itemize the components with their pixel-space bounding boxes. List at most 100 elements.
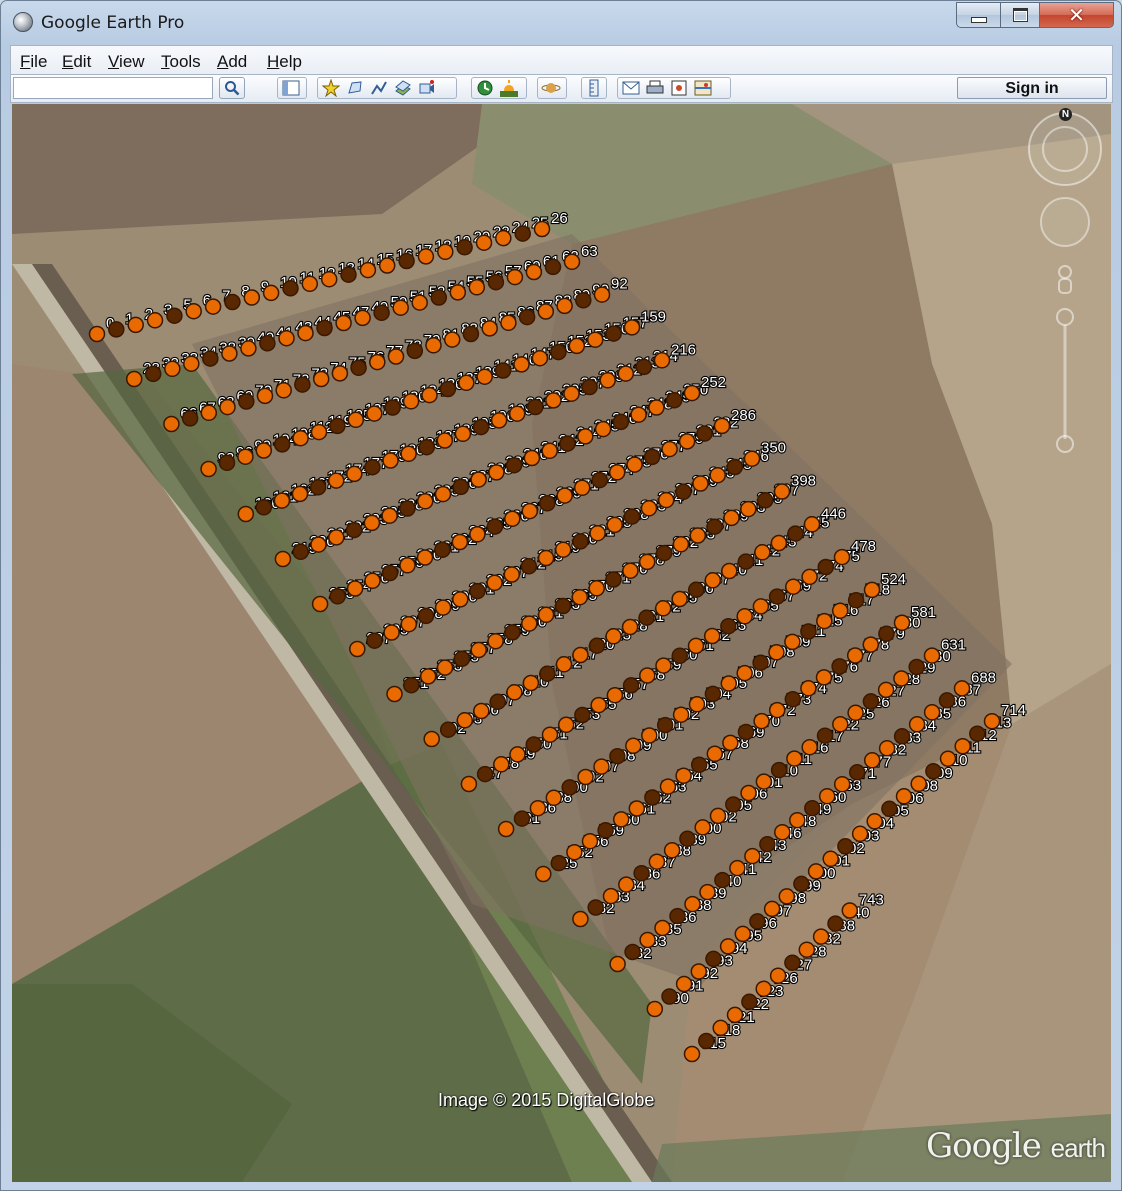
placemark-icon[interactable] bbox=[709, 466, 726, 484]
add-image-overlay-button[interactable] bbox=[392, 79, 414, 97]
placemark-icon[interactable] bbox=[684, 895, 701, 913]
placemark-icon[interactable] bbox=[521, 615, 538, 632]
placemark-icon[interactable] bbox=[221, 345, 238, 362]
placemark-icon[interactable] bbox=[568, 337, 586, 355]
placemark-icon[interactable] bbox=[487, 273, 505, 291]
placemark-icon[interactable] bbox=[527, 398, 544, 416]
placemark-icon[interactable] bbox=[705, 950, 722, 968]
record-tour-button[interactable] bbox=[416, 79, 438, 97]
placemark-icon[interactable] bbox=[557, 716, 575, 734]
placemark-icon[interactable] bbox=[486, 518, 504, 535]
placemark-icon[interactable] bbox=[381, 507, 398, 524]
placemark-icon[interactable] bbox=[675, 483, 692, 501]
placemark-icon[interactable] bbox=[714, 871, 731, 889]
placemark-icon[interactable] bbox=[386, 685, 403, 703]
placemark-icon[interactable] bbox=[340, 266, 357, 283]
placemark-icon[interactable] bbox=[430, 289, 448, 306]
placemark-icon[interactable] bbox=[452, 591, 469, 608]
placemark-icon[interactable] bbox=[736, 664, 753, 682]
placemark-icon[interactable] bbox=[608, 464, 626, 481]
placemark-icon[interactable] bbox=[539, 665, 556, 682]
placemark-icon[interactable] bbox=[602, 887, 620, 905]
placemark-icon[interactable] bbox=[661, 988, 678, 1005]
placemark-icon[interactable] bbox=[392, 299, 409, 316]
placemark-icon[interactable] bbox=[259, 335, 276, 352]
placemark-icon[interactable] bbox=[605, 325, 622, 342]
placemark-icon[interactable] bbox=[443, 331, 461, 348]
placemark-icon[interactable] bbox=[535, 865, 552, 883]
placemark-icon[interactable] bbox=[399, 500, 416, 517]
placemark-icon[interactable] bbox=[577, 768, 594, 786]
placemark-icon[interactable] bbox=[665, 392, 683, 409]
placemark-icon[interactable] bbox=[574, 706, 591, 724]
placemark-icon[interactable] bbox=[690, 756, 708, 774]
placemark-icon[interactable] bbox=[703, 627, 721, 645]
placemark-icon[interactable] bbox=[798, 941, 816, 958]
placemark-icon[interactable] bbox=[589, 524, 606, 542]
placemark-icon[interactable] bbox=[237, 448, 254, 465]
placemark-icon[interactable] bbox=[525, 263, 543, 281]
placemark-icon[interactable] bbox=[470, 471, 487, 488]
placemark-icon[interactable] bbox=[346, 580, 364, 597]
placemark-icon[interactable] bbox=[328, 529, 345, 546]
add-polygon-button[interactable] bbox=[344, 79, 366, 97]
placemark-icon[interactable] bbox=[262, 284, 280, 302]
placemark-icon[interactable] bbox=[720, 675, 738, 692]
placemark-icon[interactable] bbox=[648, 853, 666, 870]
placemark-icon[interactable] bbox=[878, 625, 895, 642]
placemark-icon[interactable] bbox=[513, 356, 530, 373]
placemark-icon[interactable] bbox=[316, 319, 333, 337]
placemark-icon[interactable] bbox=[741, 993, 758, 1011]
email-button[interactable] bbox=[620, 79, 642, 97]
placemark-icon[interactable] bbox=[88, 325, 106, 343]
placemark-icon[interactable] bbox=[310, 423, 328, 441]
placemark-icon[interactable] bbox=[630, 406, 647, 423]
placemark-icon[interactable] bbox=[923, 704, 941, 721]
placemark-icon[interactable] bbox=[273, 492, 291, 509]
placemark-icon[interactable] bbox=[537, 606, 555, 624]
placemark-icon[interactable] bbox=[486, 574, 503, 592]
placemark-icon[interactable] bbox=[309, 479, 327, 496]
placemark-icon[interactable] bbox=[605, 628, 622, 645]
placemark-icon[interactable] bbox=[654, 600, 672, 617]
placemark-icon[interactable] bbox=[768, 644, 785, 661]
menu-tools[interactable]: Tools bbox=[161, 52, 201, 72]
placemark-icon[interactable] bbox=[577, 428, 594, 445]
placemark-icon[interactable] bbox=[770, 534, 788, 552]
placemark-icon[interactable] bbox=[497, 820, 515, 838]
placemark-icon[interactable] bbox=[752, 654, 769, 671]
placemark-icon[interactable] bbox=[144, 365, 162, 383]
placemark-icon[interactable] bbox=[712, 1019, 729, 1037]
placemark-icon[interactable] bbox=[164, 360, 181, 378]
placemark-icon[interactable] bbox=[434, 541, 451, 559]
placemark-icon[interactable] bbox=[273, 436, 291, 453]
placemark-icon[interactable] bbox=[689, 527, 707, 544]
placemark-icon[interactable] bbox=[411, 294, 428, 311]
placemark-icon[interactable] bbox=[381, 564, 399, 582]
placemark-icon[interactable] bbox=[740, 500, 757, 518]
placemark-icon[interactable] bbox=[678, 433, 696, 450]
sign-in-button[interactable]: Sign in bbox=[957, 77, 1107, 99]
placemark-icon[interactable] bbox=[646, 1000, 664, 1018]
placemark-icon[interactable] bbox=[590, 696, 607, 714]
placemark-icon[interactable] bbox=[737, 723, 755, 741]
placemark-icon[interactable] bbox=[218, 454, 236, 472]
placemark-icon[interactable] bbox=[509, 746, 526, 763]
placemark-icon[interactable] bbox=[522, 674, 540, 692]
placemark-icon[interactable] bbox=[784, 633, 801, 651]
close-button[interactable]: ✕ bbox=[1039, 2, 1114, 28]
placemark-icon[interactable] bbox=[500, 314, 517, 332]
placemark-icon[interactable] bbox=[851, 825, 869, 843]
print-button[interactable] bbox=[644, 79, 666, 97]
placemark-icon[interactable] bbox=[456, 239, 473, 256]
placemark-icon[interactable] bbox=[683, 384, 701, 402]
map-view[interactable]: 0123567891011121314151617181920222425262… bbox=[12, 104, 1111, 1182]
placemark-icon[interactable] bbox=[816, 727, 834, 744]
placemark-icon[interactable] bbox=[675, 767, 692, 784]
placemark-icon[interactable] bbox=[593, 286, 611, 303]
placemark-icon[interactable] bbox=[400, 615, 418, 633]
placemark-icon[interactable] bbox=[623, 319, 641, 336]
placemark-icon[interactable] bbox=[969, 725, 986, 742]
placemark-icon[interactable] bbox=[525, 736, 543, 753]
placemark-icon[interactable] bbox=[756, 492, 774, 509]
